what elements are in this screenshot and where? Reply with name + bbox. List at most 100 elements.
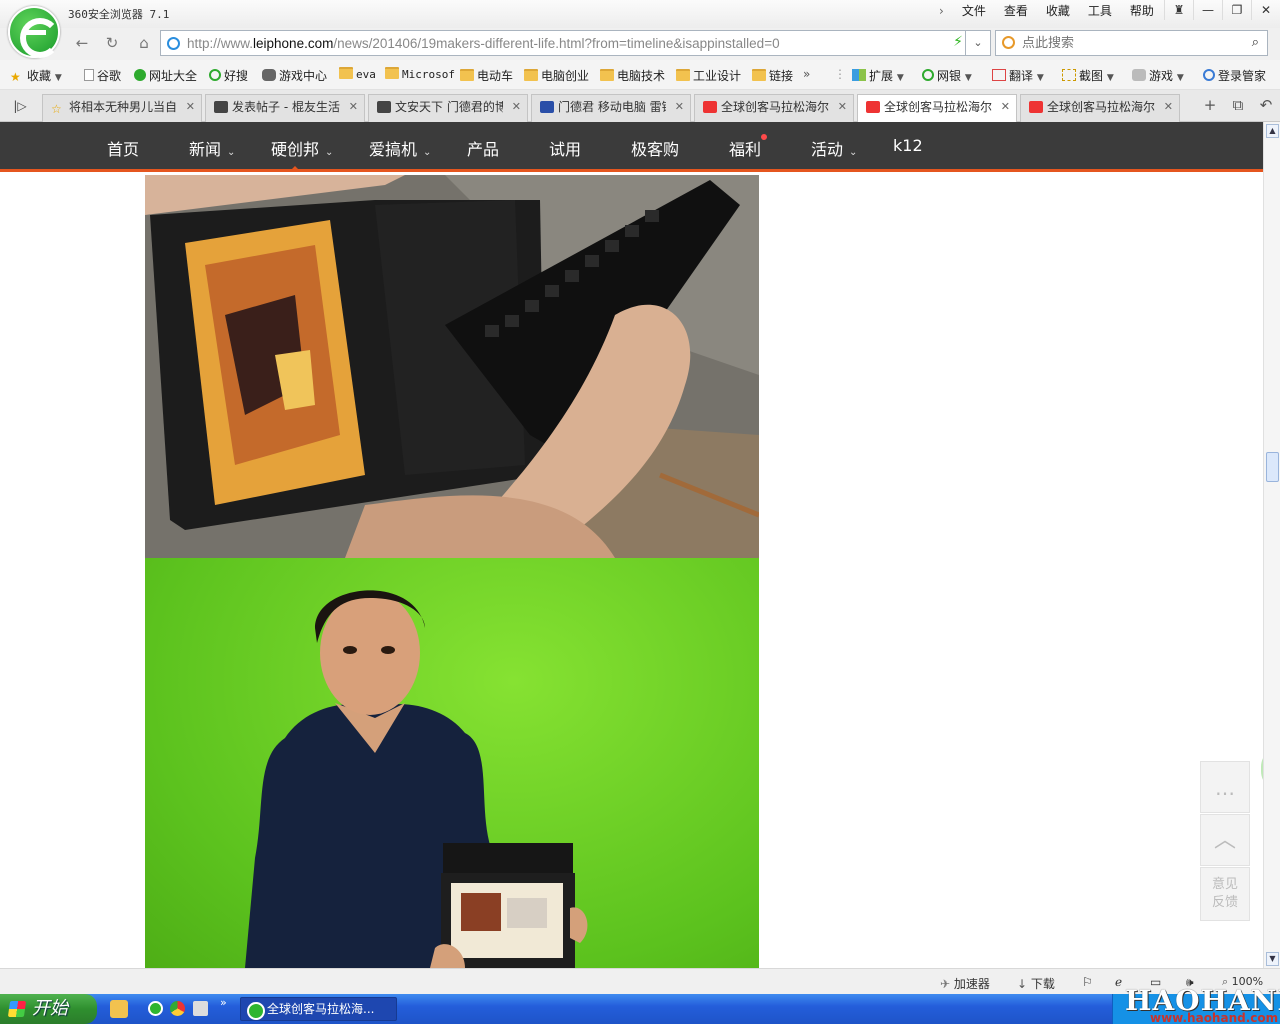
menu-bar: › 文件 查看 收藏 工具 帮助 [930,3,1163,19]
speed-mode-icon[interactable]: ⚡ [953,34,963,50]
bookmark-folder-ebike[interactable]: 电动车 [460,67,513,84]
search-icon[interactable]: ⌕ [1252,35,1259,50]
search-box[interactable]: ⌕ [995,30,1268,56]
toolbar-games[interactable]: 游戏 ▼ [1132,67,1184,84]
tab-2[interactable]: 发表帖子 - 棍友生活 ✕ [205,94,365,122]
url-dropdown-icon[interactable]: ⌄ [965,30,991,56]
home-icon[interactable]: ⌂ [130,30,158,56]
app-icon[interactable] [193,1001,208,1016]
chevron-down-icon: ⌄ [227,147,236,158]
bookmark-folder-microsoft[interactable]: Microsof [385,67,455,81]
url-text[interactable]: http://www.leiphone.com/news/201406/19ma… [187,36,780,51]
download-button[interactable]: ↓ 下载 [1017,975,1055,992]
new-tab-icon[interactable]: + [1196,96,1224,114]
tab-3[interactable]: 文安天下 门德君的博客✕ [368,94,528,122]
maximize-button[interactable]: ❐ [1222,0,1251,20]
nav-products[interactable]: 产品 [467,136,499,160]
site-navigation: 首页 新闻 ⌄ 硬创邦 ⌄ 爱搞机 ⌄ 产品 试用 极客购 福利 活动 ⌄ k12 [0,122,1263,172]
toolbar-extensions[interactable]: 扩展 ▼ [852,67,904,84]
nav-trial[interactable]: 试用 [549,136,581,160]
nav-k12[interactable]: k12 [893,136,923,155]
taskbar-window-item[interactable]: 全球创客马拉松海... [240,997,397,1021]
minimize-button[interactable]: — [1193,0,1222,20]
tab-close-icon[interactable]: ✕ [675,95,684,119]
search-input[interactable] [1022,34,1242,52]
chevron-right-icon[interactable]: › [930,3,953,19]
vertical-scrollbar[interactable]: ▲ ▼ [1263,122,1280,968]
more-bookmarks-icon[interactable]: » [803,67,810,81]
url-field[interactable]: http://www.leiphone.com/news/201406/19ma… [160,30,965,56]
toolbar-translate[interactable]: 翻译 ▼ [992,67,1044,84]
start-button[interactable]: 开始 [0,994,97,1024]
quick-launch-icon[interactable] [110,1000,128,1018]
bookmark-url-directory[interactable]: 网址大全 [134,67,197,84]
scroll-down-icon[interactable]: ▼ [1266,952,1279,966]
tab-close-icon[interactable]: ✕ [512,95,521,119]
nav-geek-shop[interactable]: 极客购 [631,136,679,160]
bookmark-folder-industrial-design[interactable]: 工业设计 [676,67,741,84]
comment-icon[interactable]: … [1200,761,1250,813]
menu-file[interactable]: 文件 [953,3,995,19]
toolbar-screenshot[interactable]: 截图 ▼ [1062,67,1114,84]
toolbar-login-manager[interactable]: 登录管家 [1203,67,1266,84]
tab-close-icon[interactable]: ✕ [838,95,847,119]
tab-close-icon[interactable]: ✕ [1164,95,1173,119]
undo-close-icon[interactable]: ↶ [1252,96,1280,114]
bookmark-folder-pc-startup[interactable]: 电脑创业 [524,67,589,84]
menu-tools[interactable]: 工具 [1079,3,1121,19]
tab-1[interactable]: ☆将相本无种男儿当自强✕ [42,94,202,122]
back-arrow-icon[interactable]: ← [68,30,96,56]
tab-4[interactable]: 门德君 移动电脑 雷锋 ✕ [531,94,691,122]
bookmark-game-center[interactable]: 游戏中心 [262,67,327,84]
bookmark-haosou[interactable]: 好搜 [209,67,248,84]
scroll-up-icon[interactable]: ▲ [1266,124,1279,138]
bookmark-google[interactable]: 谷歌 [84,67,121,84]
tab-close-icon[interactable]: ✕ [1001,95,1010,119]
expand-quick-launch-icon[interactable]: » [220,996,227,1009]
watermark-url: www.haohand.com [1150,1011,1279,1025]
tab-list-icon[interactable]: ⧉ [1224,96,1252,114]
toolbar-ebank[interactable]: 网银 ▼ [922,67,972,84]
skin-icon[interactable]: ♜ [1164,0,1193,20]
article-photo-tablet-keyboard [145,175,759,558]
tablet-keyboard-illustration [145,175,759,558]
close-button[interactable]: ✕ [1251,0,1280,20]
bookmark-folder-pc-tech[interactable]: 电脑技术 [600,67,665,84]
back-to-top-icon[interactable]: ︿ [1200,814,1250,866]
bookmark-favorites[interactable]: ★ 收藏 ▼ [10,67,62,84]
tab-close-icon[interactable]: ✕ [186,95,195,119]
menu-favorites[interactable]: 收藏 [1037,3,1079,19]
tab-strip: |▷ ☆将相本无种男儿当自强✕ 发表帖子 - 棍友生活✕ 文安天下 门德君的博客… [0,90,1280,123]
feedback-button[interactable]: 意见 反馈 [1200,867,1250,921]
tab-7[interactable]: 全球创客马拉松海尔 ✕ [1020,94,1180,122]
title-bar: 360安全浏览器 7.1 › 文件 查看 收藏 工具 帮助 ♜ — ❐ ✕ [0,0,1280,28]
search-engine-icon[interactable] [1002,36,1015,49]
nav-home[interactable]: 首页 [107,136,139,160]
nav-hardware[interactable]: 硬创邦 ⌄ [271,136,333,160]
chevron-down-icon: ⌄ [423,147,432,158]
menu-view[interactable]: 查看 [995,3,1037,19]
taskbar: 开始 » 全球创客马拉松海... [0,994,1280,1024]
chrome-icon[interactable] [170,1001,185,1016]
maker-portrait-illustration [245,590,588,968]
browser-360-icon[interactable] [148,1001,163,1016]
bookmark-folder-eva[interactable]: eva [339,67,376,81]
nav-events[interactable]: 活动 ⌄ [811,136,857,160]
nav-welfare[interactable]: 福利 [729,134,768,160]
flag-icon[interactable]: ⚐ [1082,975,1093,989]
tab-6-active[interactable]: 全球创客马拉松海尔 ✕ [857,94,1017,123]
sidebar-toggle-icon[interactable]: |▷ [6,93,34,119]
window-controls: ♜ — ❐ ✕ [1164,0,1280,20]
refresh-icon[interactable]: ↻ [98,30,126,56]
bookmark-folder-links[interactable]: 链接 [752,67,793,84]
nav-gadgets[interactable]: 爱搞机 ⌄ [369,136,431,160]
accelerator-button[interactable]: ✈ 加速器 [940,975,990,992]
tab-close-icon[interactable]: ✕ [349,95,358,119]
scroll-thumb[interactable] [1266,452,1279,482]
nav-news[interactable]: 新闻 ⌄ [189,136,235,160]
browser-logo-icon[interactable] [8,6,60,58]
menu-help[interactable]: 帮助 [1121,3,1163,19]
divider-icon: ⋮ [834,67,846,81]
tab-5[interactable]: 全球创客马拉松海尔 ✕ [694,94,854,122]
ie-mode-icon[interactable]: ℯ [1115,975,1122,989]
